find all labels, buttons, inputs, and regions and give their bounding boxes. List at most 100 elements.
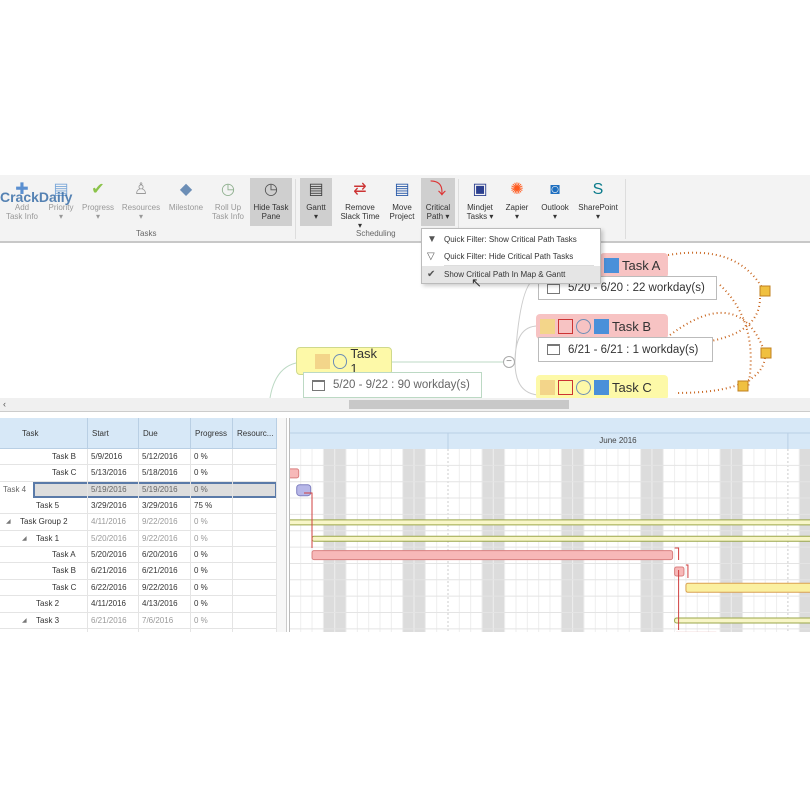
cell-progress: 0 %	[191, 612, 233, 629]
cell-name: Task B	[0, 563, 88, 580]
hide-task-pane-button[interactable]: ◷ Hide Task Pane	[250, 178, 292, 226]
outlook-icon: ◙	[550, 181, 560, 198]
task-bar[interactable]	[311, 535, 810, 542]
cell-name: Task 1	[0, 530, 88, 547]
cell-start: 5/13/2016	[88, 465, 139, 482]
zapier-button[interactable]: ✺ Zapier ▾	[502, 178, 532, 226]
hide-task-pane-icon: ◷	[264, 181, 278, 198]
cell-due: 9/22/2016	[139, 579, 191, 596]
cell-due: 4/13/2016	[139, 596, 191, 613]
button-label-2: Task Info	[5, 212, 38, 221]
calendar-icon	[547, 344, 560, 355]
task-b-dates: 6/21 - 6/21 : 1 workday(s)	[538, 337, 713, 362]
button-label-2: ▾	[595, 212, 600, 221]
button-label: Hide Task	[253, 203, 289, 212]
column-header-2[interactable]: Due	[139, 418, 191, 449]
button-label: Gantt	[306, 203, 326, 212]
progress-icon: ✔	[91, 181, 105, 198]
move-project-button[interactable]: ▤ Move Project	[385, 178, 419, 226]
button-label-2: Project	[389, 212, 415, 221]
calendar-icon	[604, 258, 619, 273]
progress-circle-icon	[576, 380, 591, 395]
milestone-button[interactable]: ◆ Milestone	[166, 178, 206, 226]
calendar-icon	[594, 319, 609, 334]
critical-path-button[interactable]: ⤵ Critical Path ▾	[421, 178, 455, 226]
cell-progress: 0 %	[191, 596, 233, 613]
mindjet-button[interactable]: ▣ Mindjet Tasks ▾	[462, 178, 498, 226]
table-row[interactable]: Task 4 5/19/2016 5/19/2016 0 %	[3, 481, 277, 499]
task-bar[interactable]	[311, 550, 674, 561]
task-bar[interactable]	[674, 566, 685, 577]
task-bar[interactable]	[685, 582, 810, 593]
menu-item-1[interactable]: ▽ Quick Filter: Hide Critical Path Tasks	[422, 248, 600, 265]
menu-item-0[interactable]: ▼ Quick Filter: Show Critical Path Tasks	[422, 231, 600, 248]
grid-splitter[interactable]	[277, 418, 287, 632]
gantt-icon: ▤	[308, 181, 324, 198]
expand-toggle-icon[interactable]: ◢	[6, 514, 11, 530]
table-row[interactable]: Task 5 3/29/2016 3/29/2016 75 %	[0, 498, 277, 515]
table-row[interactable]: Task B 5/9/2016 5/12/2016 0 %	[0, 449, 277, 466]
node-title: Task B	[612, 319, 652, 334]
cell-due: 6/24/2016	[139, 628, 191, 632]
resources-icon: ♙	[133, 181, 149, 198]
progress-button[interactable]: ✔ Progress ▾	[80, 178, 116, 226]
column-header-1[interactable]: Start	[88, 418, 139, 449]
map-horizontal-scrollbar[interactable]: ‹	[0, 398, 810, 412]
column-header-4[interactable]: Resourc...	[233, 418, 277, 449]
button-label: Resources	[121, 203, 161, 212]
task-bar[interactable]	[289, 519, 810, 526]
scroll-left-icon[interactable]: ‹	[3, 399, 6, 409]
map-node-task-a[interactable]: Task A	[600, 253, 668, 278]
zapier-icon: ✺	[510, 181, 524, 198]
button-label: SharePoint	[578, 203, 618, 212]
scrollbar-thumb[interactable]	[349, 400, 569, 409]
table-row[interactable]: Task A6/21/20166/24/20160 %	[0, 628, 277, 632]
milestone-bar[interactable]	[296, 484, 312, 497]
gantt-button[interactable]: ▤ Gantt ▾	[300, 178, 332, 226]
table-row[interactable]: Task 3 6/21/2016 7/6/2016 0 % ◢	[0, 612, 277, 629]
cell-resources	[233, 612, 277, 629]
check-icon: ✔	[427, 269, 436, 280]
mouse-cursor-icon: ↖	[471, 275, 482, 290]
resources-button[interactable]: ♙ Resources ▾	[120, 178, 162, 226]
roll-up-button[interactable]: ◷ Roll Up Task Info	[210, 178, 246, 226]
map-node-task-1[interactable]: Task 1	[296, 346, 392, 376]
cell-start: 5/20/2016	[88, 530, 139, 547]
critical-path-icon	[558, 380, 573, 395]
button-label: Move	[392, 203, 412, 212]
table-row[interactable]: Task 1 5/20/2016 9/22/2016 0 % ◢	[0, 530, 277, 548]
outlook-button[interactable]: ◙ Outlook ▾	[537, 178, 573, 226]
table-row[interactable]: Task C 5/13/2016 5/18/2016 0 %	[0, 465, 277, 482]
cell-due: 5/18/2016	[139, 465, 191, 482]
map-node-task-b[interactable]: Task B	[536, 314, 668, 339]
table-row[interactable]: Task A 5/20/2016 6/20/2016 0 %	[0, 547, 277, 564]
menu-item-2[interactable]: ✔ Show Critical Path In Map & Gantt	[422, 266, 600, 283]
menu-item-label: Quick Filter: Hide Critical Path Tasks	[444, 252, 574, 261]
cell-resources	[233, 596, 277, 613]
cell-start: 4/11/2016	[88, 596, 139, 613]
remove-slack-button[interactable]: ⇄ Remove Slack Time ▾	[338, 178, 382, 230]
menu-separator	[444, 265, 594, 266]
sharepoint-button[interactable]: S SharePoint ▾	[576, 178, 620, 226]
cell-start: 6/21/2016	[88, 628, 139, 632]
expand-toggle-icon[interactable]: ◢	[22, 613, 27, 629]
button-label: Critical	[425, 203, 451, 212]
table-row[interactable]: Task 2 4/11/2016 4/13/2016 0 %	[0, 596, 277, 613]
milestone-icon: ◆	[179, 181, 193, 198]
table-row[interactable]: Task B 6/21/2016 6/21/2016 0 %	[0, 563, 277, 580]
button-label: Roll Up	[214, 203, 242, 212]
cell-resources	[233, 563, 277, 580]
cell-due: 6/20/2016	[139, 547, 191, 564]
table-row[interactable]: Task Group 2 4/11/2016 9/22/2016 0 % ◢	[0, 514, 277, 531]
table-row[interactable]: Task C 6/22/2016 9/22/2016 0 %	[0, 579, 277, 597]
task-bar[interactable]	[289, 468, 300, 479]
expand-toggle-icon[interactable]: ◢	[22, 531, 27, 547]
collapse-toggle[interactable]: −	[503, 356, 515, 368]
ribbon: ✚ Add Task Info ▤ Priority ▾ ✔ Progress ▾ ♙ Resour…	[0, 175, 810, 243]
date-range: 6/21 - 6/21 : 1 workday(s)	[568, 343, 699, 356]
column-header-3[interactable]: Progress	[191, 418, 233, 449]
task-bar[interactable]	[674, 617, 810, 624]
map-node-task-c[interactable]: Task C	[536, 375, 668, 398]
cell-progress: 0 %	[191, 628, 233, 632]
column-header-0[interactable]: Task	[0, 418, 88, 449]
